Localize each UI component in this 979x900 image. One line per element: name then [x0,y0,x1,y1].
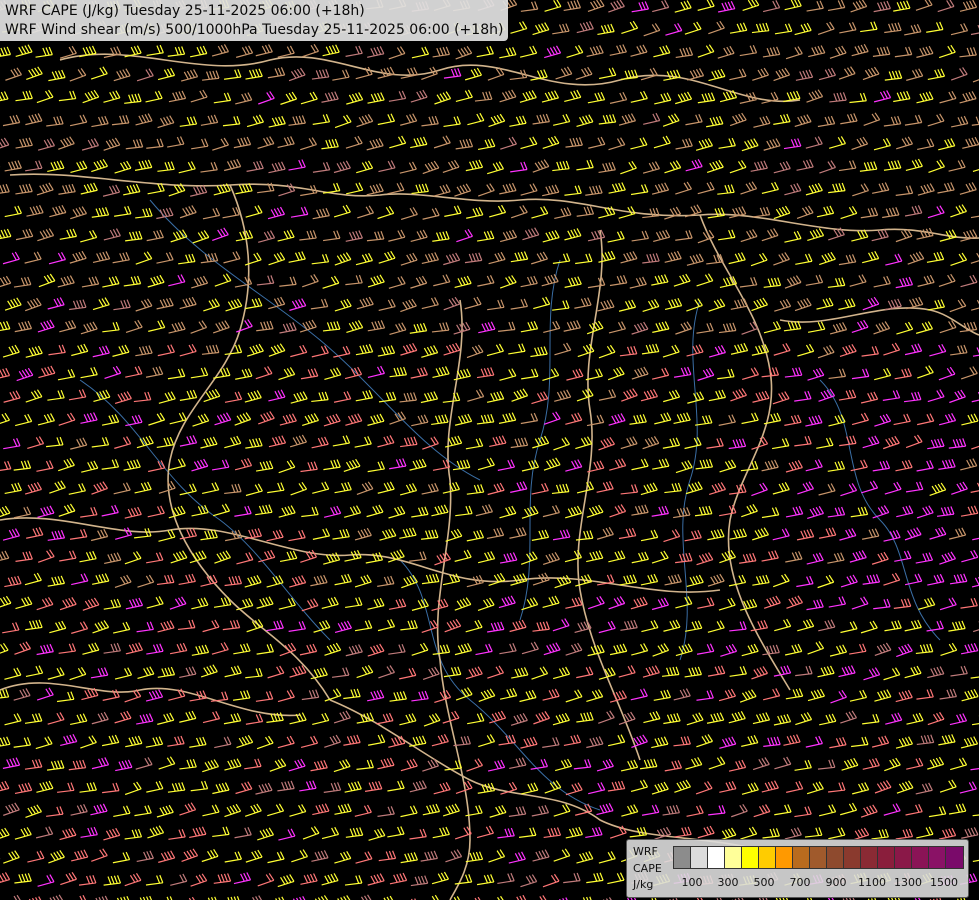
legend-swatch [929,847,946,868]
title-cape: WRF CAPE (J/kg) Tuesday 25-11-2025 06:00… [5,3,365,19]
legend-swatch [674,847,691,868]
legend-tick: 700 [789,876,811,889]
legend-tick: 300 [717,876,739,889]
legend-swatch [793,847,810,868]
legend-tick: 1300 [894,876,922,889]
legend-swatch [725,847,742,868]
legend-label-unit: J/kg [633,878,654,891]
legend-swatch [742,847,759,868]
legend-swatch [810,847,827,868]
legend-tick: 500 [753,876,775,889]
legend-swatch [895,847,912,868]
legend-swatch [708,847,725,868]
legend-tick: 900 [825,876,847,889]
legend-swatch [691,847,708,868]
map-title-box: WRF CAPE (J/kg) Tuesday 25-11-2025 06:00… [0,0,509,41]
map-canvas [0,0,979,900]
legend-swatch [912,847,929,868]
legend-swatch [776,847,793,868]
legend-swatch [946,847,963,868]
legend-swatch [844,847,861,868]
legend-tick: 1500 [930,876,958,889]
legend-label-model: WRF [633,845,658,858]
legend-tick: 100 [681,876,703,889]
legend-color-scale [673,846,964,869]
legend-swatch [861,847,878,868]
title-wind-shear: WRF Wind shear (m/s) 500/1000hPa Tuesday… [5,22,504,38]
cape-legend: WRF CAPE J/kg 100 300 500 700 900 1100 1… [626,839,969,898]
legend-label-variable: CAPE [633,862,662,875]
legend-swatch [827,847,844,868]
legend-swatch [878,847,895,868]
legend-tick: 1100 [858,876,886,889]
legend-swatch [759,847,776,868]
